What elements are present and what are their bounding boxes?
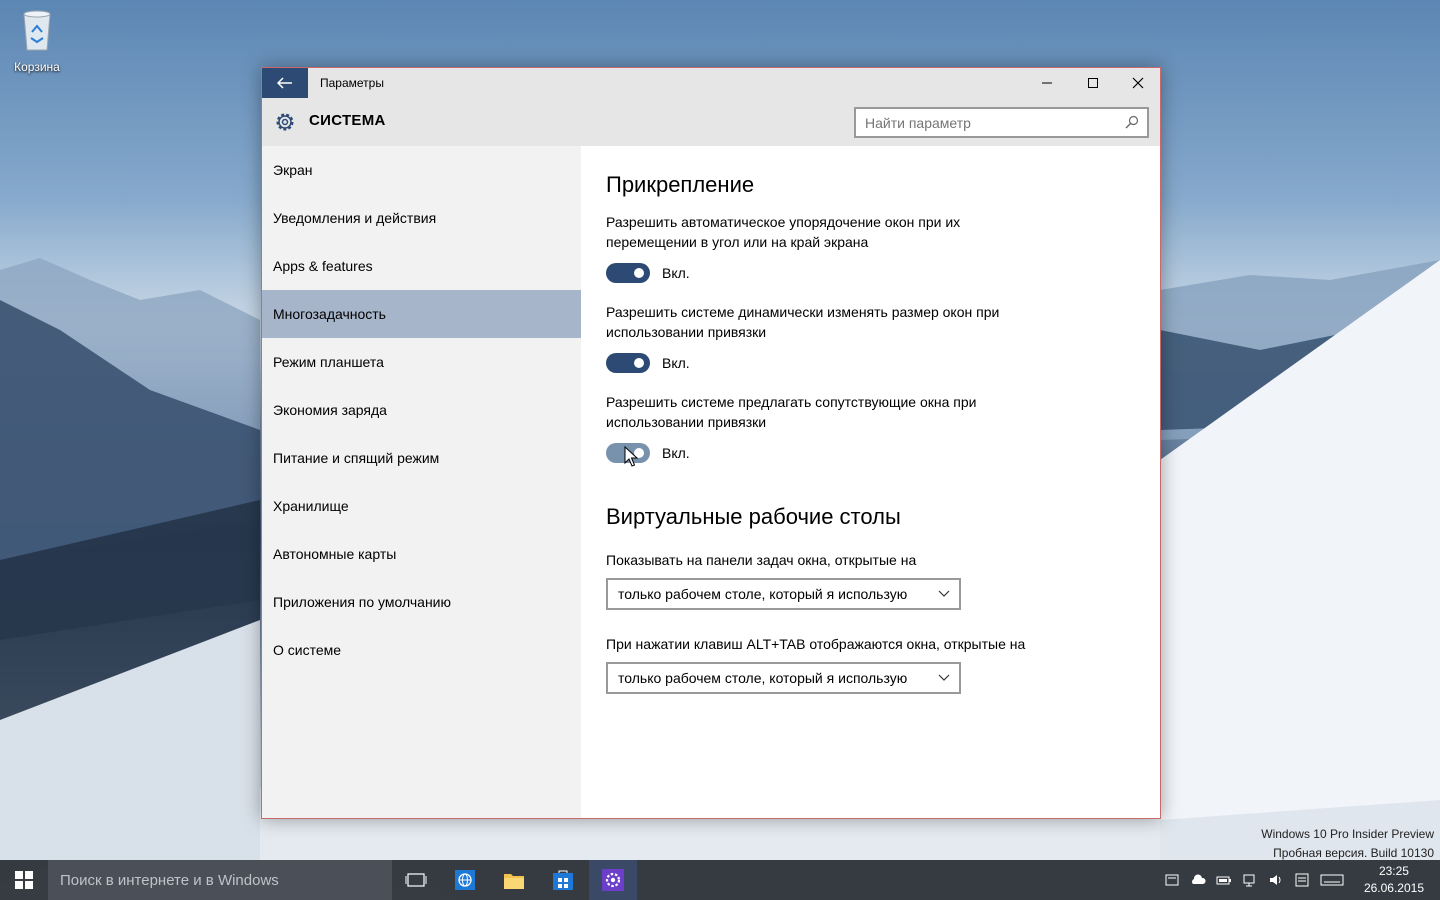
task-view-button[interactable] [392, 860, 440, 900]
chevron-down-icon [938, 674, 950, 681]
snap-setting-3-row: Вкл. [606, 442, 1160, 467]
sidebar-item-storage[interactable]: Хранилище [262, 482, 581, 530]
recycle-bin-icon [23, 10, 51, 51]
volume-icon[interactable] [1268, 872, 1284, 888]
start-button[interactable] [0, 860, 48, 900]
title-bar[interactable]: Параметры [262, 68, 1160, 98]
system-tray [1164, 872, 1344, 888]
virtual-desktops-heading: Виртуальные рабочие столы [606, 504, 901, 529]
minimize-button[interactable] [1024, 68, 1070, 98]
taskbar-windows-label: Показывать на панели задач окна, открыты… [606, 552, 917, 568]
taskbar: Поиск в интернете и в Windows 23:25 26.0… [0, 860, 1440, 900]
snap-setting-1-row: Вкл. [606, 262, 1160, 284]
snap-setting-2-toggle[interactable] [606, 353, 650, 373]
windows-logo-icon [15, 871, 33, 889]
sidebar-item-default-apps[interactable]: Приложения по умолчанию [262, 578, 581, 626]
alt-tab-value: только рабочем столе, который я использу… [618, 670, 908, 686]
snap-setting-3-state: Вкл. [662, 445, 690, 461]
maximize-button[interactable] [1070, 68, 1116, 98]
taskbar-windows-select[interactable]: только рабочем столе, который я использу… [606, 578, 961, 610]
clock-time: 23:25 [1378, 864, 1409, 878]
gear-icon [276, 113, 294, 131]
task-view-icon [405, 873, 427, 887]
store-icon [553, 870, 573, 890]
tray-notification-icon[interactable] [1164, 872, 1180, 888]
sidebar-item-tablet-mode[interactable]: Режим планшета [262, 338, 581, 386]
recycle-bin[interactable]: Корзина [8, 8, 66, 74]
content-pane: Прикрепление Разрешить автоматическое уп… [581, 146, 1160, 818]
settings-gear-icon [602, 869, 624, 891]
back-arrow-icon [277, 77, 292, 89]
window-title: Параметры [320, 76, 384, 90]
maximize-icon [1088, 78, 1098, 88]
snap-setting-3-description: Разрешить системе предлагать сопутствующ… [606, 394, 977, 430]
battery-icon[interactable] [1216, 872, 1232, 888]
taskbar-windows-value: только рабочем столе, который я использу… [618, 586, 908, 602]
watermark-edition: Windows 10 Pro Insider Preview [1261, 827, 1434, 841]
alt-tab-select[interactable]: только рабочем столе, который я использу… [606, 662, 961, 694]
sidebar-item-battery-saver[interactable]: Экономия заряда [262, 386, 581, 434]
settings-search-box[interactable] [854, 107, 1149, 138]
section-title: СИСТЕМА [309, 112, 386, 129]
sidebar-item-display[interactable]: Экран [262, 146, 581, 194]
snap-setting-2-state: Вкл. [662, 355, 690, 371]
sidebar-item-notifications[interactable]: Уведомления и действия [262, 194, 581, 242]
sidebar-item-multitasking[interactable]: Многозадачность [262, 290, 581, 338]
sidebar-nav: Экран Уведомления и действия Apps & feat… [262, 146, 581, 818]
build-watermark: Windows 10 Pro Insider Preview Пробная в… [1261, 825, 1434, 863]
minimize-icon [1042, 82, 1052, 84]
taskbar-search-box[interactable]: Поиск в интернете и в Windows [48, 860, 392, 900]
keyboard-icon[interactable] [1320, 872, 1344, 888]
onedrive-icon[interactable] [1190, 872, 1206, 888]
taskbar-edge-button[interactable] [441, 860, 489, 900]
search-icon[interactable] [1125, 115, 1139, 129]
snap-setting-1-description: Разрешить автоматическое упорядочение ок… [606, 214, 961, 250]
browser-icon [455, 870, 475, 890]
toggle-knob [634, 358, 644, 368]
taskbar-explorer-button[interactable] [490, 860, 538, 900]
taskbar-settings-button[interactable] [589, 860, 637, 900]
snap-setting-1-state: Вкл. [662, 265, 690, 281]
folder-icon [504, 874, 524, 889]
toggle-knob [634, 268, 644, 278]
sidebar-item-power-sleep[interactable]: Питание и спящий режим [262, 434, 581, 482]
snap-heading: Прикрепление [606, 172, 755, 197]
chevron-down-icon [938, 590, 950, 597]
snap-setting-1-toggle[interactable] [606, 263, 650, 283]
clock-date: 26.06.2015 [1363, 881, 1424, 895]
alt-tab-label: При нажатии клавиш ALT+TAB отображаются … [606, 636, 1026, 652]
close-icon [1132, 77, 1144, 89]
sidebar-item-apps-features[interactable]: Apps & features [262, 242, 581, 290]
sidebar-item-offline-maps[interactable]: Автономные карты [262, 530, 581, 578]
settings-window: Параметры СИСТЕМА Экран Уведомления и де… [261, 67, 1161, 819]
close-button[interactable] [1115, 68, 1161, 98]
taskbar-clock[interactable]: 23:25 26.06.2015 [1364, 863, 1424, 897]
sidebar-item-about[interactable]: О системе [262, 626, 581, 674]
back-button[interactable] [262, 68, 308, 98]
recycle-bin-label: Корзина [14, 60, 60, 74]
snap-setting-2-row: Вкл. [606, 352, 1160, 374]
taskbar-store-button[interactable] [539, 860, 587, 900]
settings-search-input[interactable] [865, 114, 1115, 131]
settings-header: СИСТЕМА [262, 98, 1160, 146]
network-icon[interactable] [1242, 872, 1258, 888]
action-center-icon[interactable] [1294, 872, 1310, 888]
mouse-cursor-icon [624, 446, 638, 467]
snap-setting-2-description: Разрешить системе динамически изменять р… [606, 304, 1000, 340]
